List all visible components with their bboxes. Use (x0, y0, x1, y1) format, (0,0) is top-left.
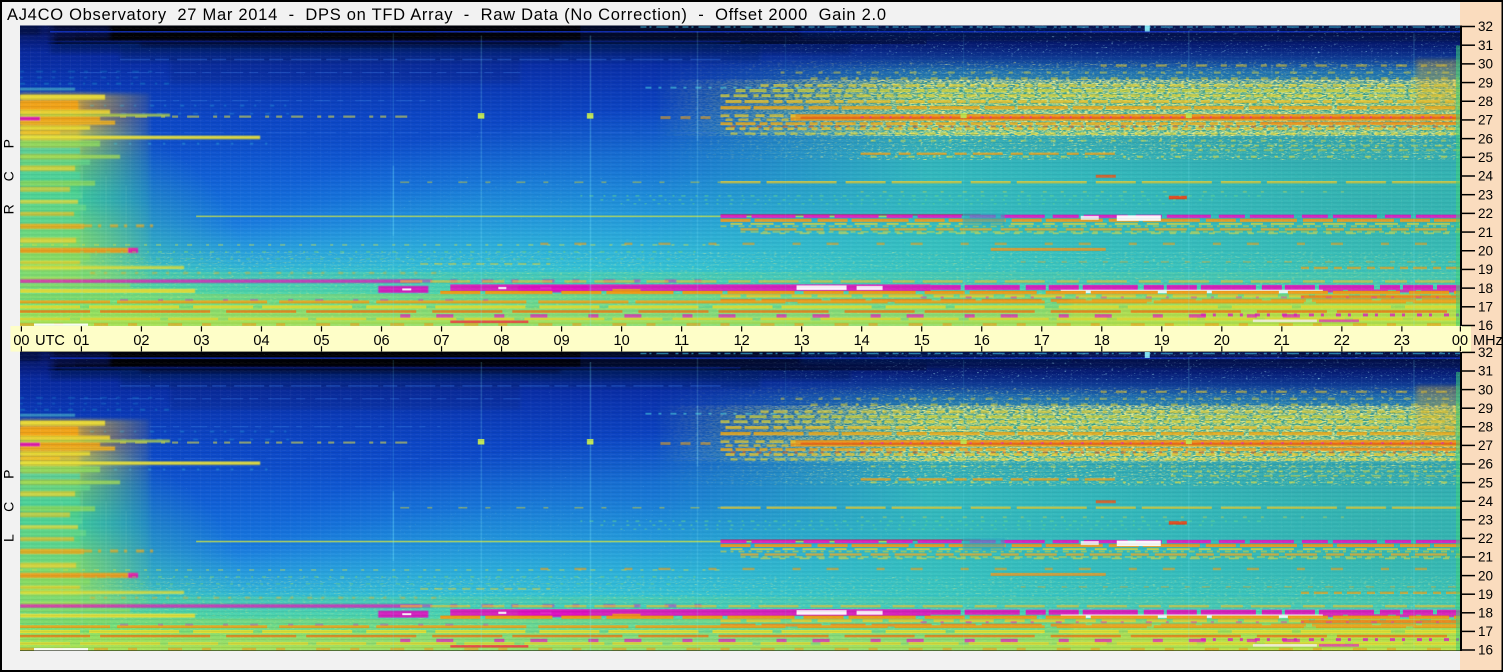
svg-text:20: 20 (1478, 568, 1493, 583)
svg-text:17: 17 (1478, 300, 1493, 315)
svg-text:05: 05 (313, 333, 329, 349)
svg-text:01: 01 (73, 333, 89, 349)
svg-text:24: 24 (1478, 169, 1494, 184)
svg-text:R C P: R C P (1, 130, 17, 215)
svg-text:17: 17 (1478, 624, 1493, 639)
svg-text:21: 21 (1478, 225, 1493, 240)
svg-text:27: 27 (1478, 113, 1493, 128)
svg-text:00: 00 (13, 333, 29, 349)
svg-text:10: 10 (614, 333, 630, 349)
svg-text:21: 21 (1478, 550, 1493, 565)
svg-text:18: 18 (1478, 606, 1493, 621)
svg-text:23: 23 (1394, 333, 1410, 349)
svg-text:26: 26 (1478, 131, 1493, 146)
svg-text:03: 03 (193, 333, 209, 349)
svg-text:16: 16 (1478, 318, 1493, 333)
svg-text:23: 23 (1478, 187, 1493, 202)
svg-text:32: 32 (1478, 345, 1493, 360)
svg-text:28: 28 (1478, 420, 1493, 435)
svg-text:31: 31 (1478, 38, 1493, 53)
svg-text:UTC: UTC (35, 333, 65, 349)
svg-text:20: 20 (1214, 333, 1230, 349)
svg-text:15: 15 (914, 333, 930, 349)
svg-text:30: 30 (1478, 382, 1493, 397)
svg-text:22: 22 (1478, 206, 1493, 221)
svg-text:22: 22 (1334, 333, 1350, 349)
svg-text:18: 18 (1478, 281, 1493, 296)
svg-text:25: 25 (1478, 475, 1493, 490)
svg-text:17: 17 (1034, 333, 1050, 349)
svg-text:24: 24 (1478, 494, 1494, 509)
svg-text:25: 25 (1478, 150, 1493, 165)
svg-text:21: 21 (1274, 333, 1290, 349)
svg-text:08: 08 (493, 333, 509, 349)
svg-text:27: 27 (1478, 438, 1493, 453)
svg-text:19: 19 (1478, 587, 1493, 602)
svg-text:29: 29 (1478, 75, 1493, 90)
svg-text:16: 16 (974, 333, 990, 349)
svg-text:22: 22 (1478, 531, 1493, 546)
svg-text:19: 19 (1478, 262, 1493, 277)
svg-text:19: 19 (1154, 333, 1170, 349)
svg-text:13: 13 (794, 333, 810, 349)
svg-text:00: 00 (1452, 333, 1468, 349)
svg-text:06: 06 (373, 333, 389, 349)
svg-text:AJ4CO Observatory 27 Mar 2014: AJ4CO Observatory 27 Mar 2014 - DPS on T… (7, 6, 886, 24)
svg-text:23: 23 (1478, 513, 1493, 528)
svg-text:29: 29 (1478, 401, 1493, 416)
svg-text:32: 32 (1478, 19, 1493, 34)
svg-text:07: 07 (433, 333, 449, 349)
svg-text:20: 20 (1478, 243, 1493, 258)
svg-text:28: 28 (1478, 94, 1493, 109)
svg-text:12: 12 (734, 333, 750, 349)
svg-text:09: 09 (554, 333, 570, 349)
svg-text:18: 18 (1094, 333, 1110, 349)
svg-text:31: 31 (1478, 364, 1493, 379)
svg-text:11: 11 (674, 333, 689, 349)
svg-text:04: 04 (253, 333, 269, 349)
svg-text:30: 30 (1478, 57, 1493, 72)
svg-text:26: 26 (1478, 457, 1493, 472)
svg-text:16: 16 (1478, 643, 1493, 658)
svg-text:02: 02 (133, 333, 149, 349)
svg-text:14: 14 (854, 333, 870, 349)
svg-text:L C P: L C P (1, 460, 17, 542)
